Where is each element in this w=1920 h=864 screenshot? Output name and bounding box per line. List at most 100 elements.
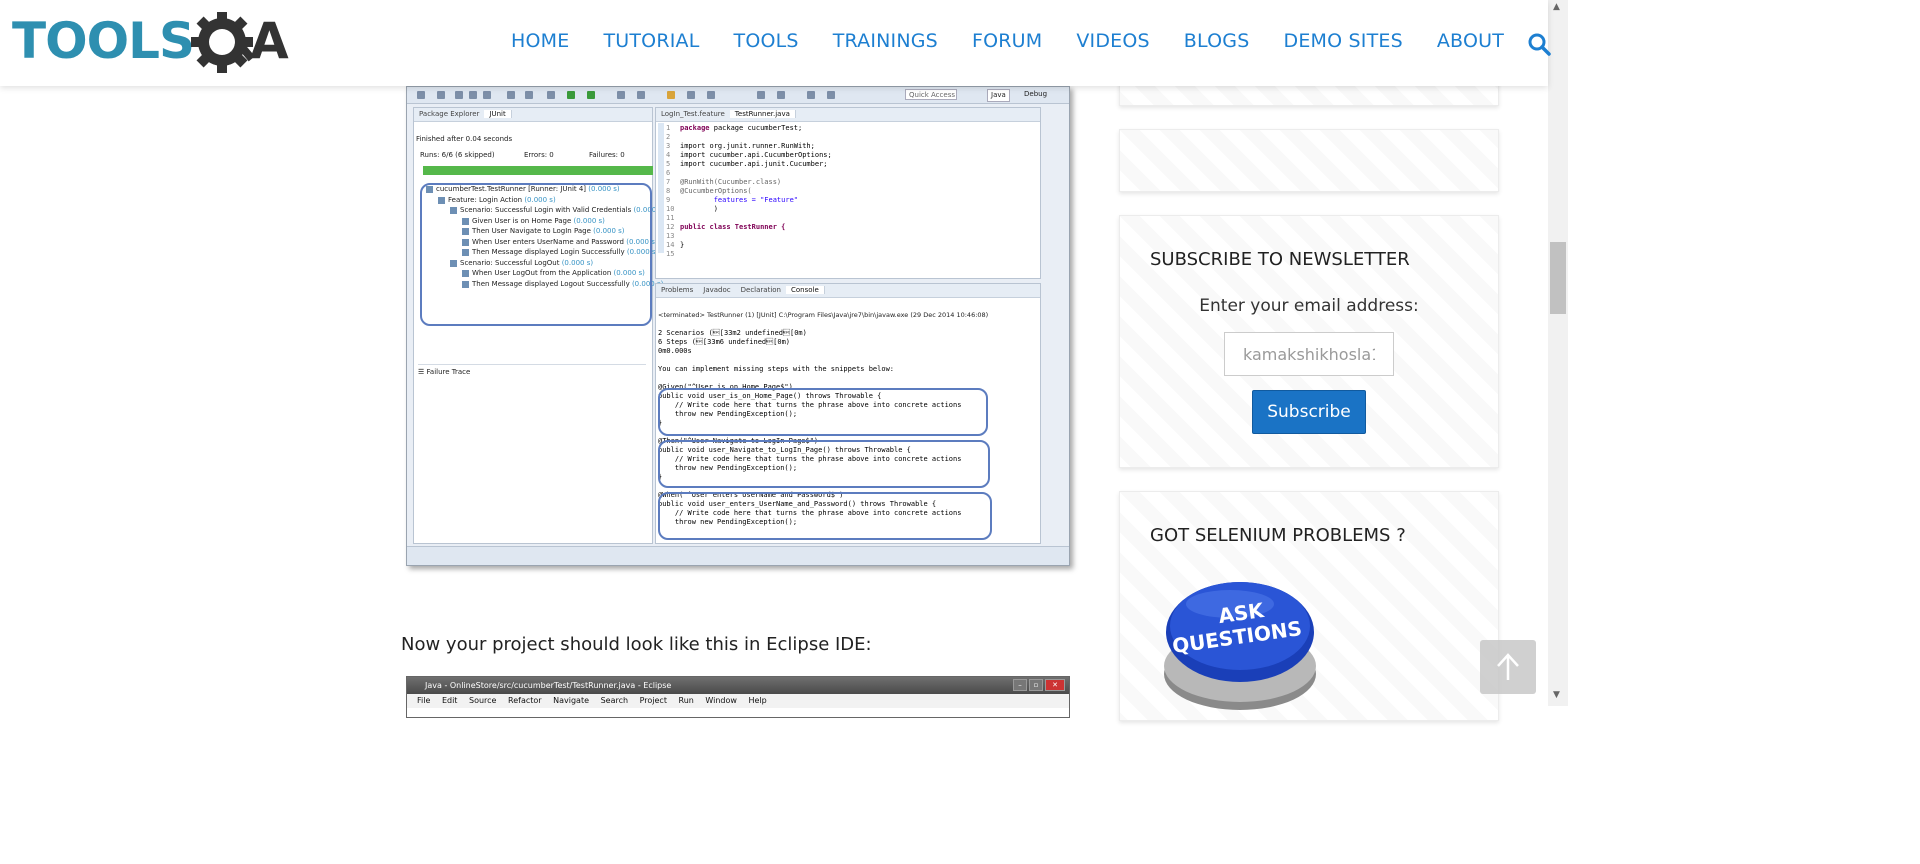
- editor-gutter: [658, 123, 664, 253]
- tab-junit: JUnit: [484, 110, 512, 118]
- scroll-up-arrow-icon[interactable]: ▲: [1553, 2, 1560, 12]
- toolbar-icon: [757, 91, 765, 99]
- toolbar-icon: [707, 91, 715, 99]
- email-label: Enter your email address:: [1199, 296, 1419, 316]
- junit-pane: Package Explorer JUnit Finished after 0.0…: [413, 107, 665, 544]
- toolbar-icon: [777, 91, 785, 99]
- quick-access-field: Quick Access: [905, 89, 957, 100]
- console-terminated: <terminated> TestRunner (1) [JUnit] C:\P…: [658, 311, 989, 319]
- eclipse-status-bar: [407, 546, 1069, 565]
- page-scrollbar[interactable]: ▲ ▼: [1548, 0, 1568, 706]
- tab-declaration: Declaration: [740, 286, 781, 294]
- editor-pane: LogIn_Test.feature TestRunner.java 1 2 3 …: [655, 107, 1041, 279]
- menu-file: File: [417, 696, 431, 705]
- toolbar-icon: [417, 91, 425, 99]
- menu-refactor: Refactor: [508, 696, 542, 705]
- nav-videos[interactable]: VIDEOS: [1076, 30, 1149, 52]
- nav-blogs[interactable]: BLOGS: [1184, 30, 1250, 52]
- eclipse-menubar: File Edit Source Refactor Navigate Searc…: [407, 694, 1069, 708]
- highlight-circle: [658, 388, 988, 436]
- svg-text:TOOLS: TOOLS: [12, 12, 194, 70]
- eclipse-toolbar: Quick Access Java Debug: [407, 87, 1069, 104]
- highlight-circle: [658, 492, 992, 540]
- newsletter-title: SUBSCRIBE TO NEWSLETTER: [1150, 249, 1410, 270]
- eclipse-junit-screenshot: Quick Access Java Debug Package Explorer…: [406, 86, 1070, 566]
- toolbar-icon: [687, 91, 695, 99]
- menu-window: Window: [705, 696, 737, 705]
- editor-tabs: LogIn_Test.feature TestRunner.java: [656, 108, 1040, 122]
- toolbar-icon: [637, 91, 645, 99]
- selenium-problems-widget: GOT SELENIUM PROBLEMS ? ASK QUESTIONS: [1119, 491, 1499, 721]
- eclipse-ide-screenshot: Java - OnlineStore/src/cucumberTest/Test…: [406, 676, 1070, 718]
- menu-source: Source: [468, 696, 497, 705]
- junit-runs: Runs: 6/6 (6 skipped): [420, 151, 495, 159]
- menu-navigate: Navigate: [553, 696, 590, 705]
- scrollbar-thumb[interactable]: [1550, 242, 1566, 314]
- toolbar-icon: [507, 91, 515, 99]
- console-tabs: Problems Javadoc Declaration Console: [656, 284, 1040, 298]
- highlight-circle: [658, 440, 990, 488]
- toolbar-icon: [807, 91, 815, 99]
- tab-problems: Problems: [661, 286, 694, 294]
- newsletter-widget: SUBSCRIBE TO NEWSLETTER Enter your email…: [1119, 215, 1499, 468]
- highlight-circle: [420, 183, 652, 326]
- toolbar-icon: [455, 91, 463, 99]
- toolbar-icon: [437, 91, 445, 99]
- toolbar-icon: [469, 91, 477, 99]
- perspective-java: Java: [987, 89, 1010, 102]
- junit-pane-tabs: Package Explorer JUnit: [414, 108, 652, 122]
- sidebar-widget-empty: [1119, 129, 1499, 192]
- toolbar-icon: [587, 91, 595, 99]
- console-pane: Problems Javadoc Declaration Console <termi…: [655, 283, 1041, 544]
- junit-failures: Failures: 0: [589, 151, 625, 159]
- line-numbers: 1 2 3 4 5 6 7 8 9 10 11 12 13 14 15: [666, 124, 675, 258]
- site-header: TOOLS A HOME TUTORIAL TOOLS TRAININGS FO…: [0, 0, 1551, 86]
- svg-text:A: A: [250, 12, 289, 70]
- eclipse-window-title: Java - OnlineStore/src/cucumberTest/Test…: [407, 677, 1069, 694]
- run-icon: [567, 91, 575, 99]
- code-lines: package package cucumberTest; import org…: [680, 124, 832, 249]
- tab-testrunner: TestRunner.java: [729, 110, 796, 118]
- arrow-up-icon: [1497, 653, 1519, 680]
- junit-finished-text: Finished after 0.04 seconds: [416, 135, 513, 143]
- selenium-problems-title: GOT SELENIUM PROBLEMS ?: [1150, 525, 1406, 546]
- close-icon: ✕: [1045, 679, 1065, 691]
- nav-about[interactable]: ABOUT: [1437, 30, 1504, 52]
- search-icon[interactable]: [1527, 32, 1551, 56]
- toolbar-icon: [667, 91, 675, 99]
- body-paragraph: Now your project should look like this i…: [401, 634, 872, 655]
- nav-tutorial[interactable]: TUTORIAL: [603, 30, 699, 52]
- ask-questions-button[interactable]: ASK QUESTIONS: [1160, 574, 1320, 714]
- maximize-icon: ▫: [1029, 679, 1043, 691]
- back-to-top-button[interactable]: [1480, 640, 1536, 694]
- nav-tools[interactable]: TOOLS: [734, 30, 799, 52]
- toolbar-icon: [547, 91, 555, 99]
- nav-forum[interactable]: FORUM: [972, 30, 1042, 52]
- tab-console: Console: [786, 286, 825, 294]
- junit-errors: Errors: 0: [524, 151, 554, 159]
- failure-trace-label: ☰ Failure Trace: [418, 364, 646, 378]
- junit-progress-bar: [423, 166, 653, 175]
- toolbar-icon: [827, 91, 835, 99]
- toolbar-icon: [483, 91, 491, 99]
- nav-home[interactable]: HOME: [511, 30, 569, 52]
- toolsqa-logo[interactable]: TOOLS A: [12, 12, 292, 78]
- tab-javadoc: Javadoc: [703, 286, 731, 294]
- toolbar-icon: [617, 91, 625, 99]
- toolbar-icon: [525, 91, 533, 99]
- menu-search: Search: [600, 696, 629, 705]
- tab-package-explorer: Package Explorer: [419, 110, 480, 118]
- menu-help: Help: [748, 696, 767, 705]
- menu-edit: Edit: [441, 696, 458, 705]
- tab-login-feature: LogIn_Test.feature: [661, 110, 725, 118]
- nav-demo-sites[interactable]: DEMO SITES: [1283, 30, 1402, 52]
- nav-trainings[interactable]: TRAININGS: [833, 30, 938, 52]
- menu-project: Project: [639, 696, 667, 705]
- perspective-debug: Debug: [1024, 90, 1048, 98]
- minimize-icon: –: [1013, 679, 1027, 691]
- main-nav: HOME TUTORIAL TOOLS TRAININGS FORUM VIDE…: [494, 30, 1521, 52]
- subscribe-button[interactable]: Subscribe: [1252, 390, 1366, 434]
- window-buttons: – ▫ ✕: [1011, 679, 1065, 691]
- email-input[interactable]: [1224, 332, 1394, 376]
- scroll-down-arrow-icon[interactable]: ▼: [1553, 690, 1560, 700]
